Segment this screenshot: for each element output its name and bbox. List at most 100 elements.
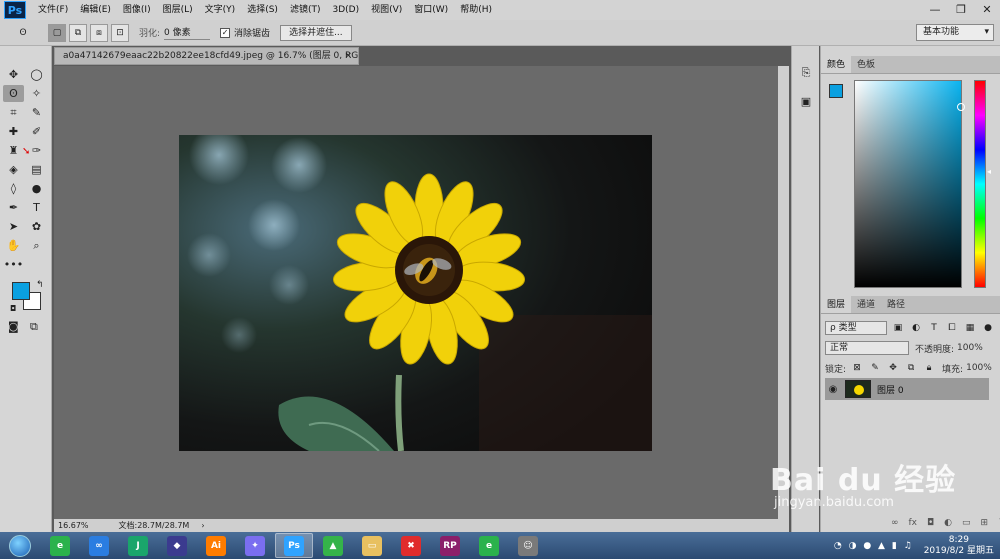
brush-tool-icon[interactable]: ✐ <box>26 123 47 140</box>
new-layer-icon[interactable]: ⊞ <box>981 518 989 528</box>
clock[interactable]: 8:29 2019/8/2 星期五 <box>924 535 994 557</box>
history-icon[interactable]: ⎘ <box>797 64 815 82</box>
hue-slider[interactable]: ◂ <box>974 80 991 288</box>
zoom-tool-icon[interactable]: ⌕ <box>26 237 47 254</box>
lock-all-icon[interactable]: 🔒︎ <box>922 361 936 375</box>
taskbar-app-xmind[interactable]: ✖ <box>392 533 430 558</box>
mask-icon[interactable]: ◘ <box>927 518 934 528</box>
menu-item[interactable]: 帮助(H) <box>454 0 498 20</box>
taskbar-app-app-wing[interactable]: ✦ <box>236 533 274 558</box>
layer-kind-filter[interactable]: ρ 类型 <box>825 321 887 335</box>
dodge-tool-icon[interactable]: ● <box>26 180 47 197</box>
color-fg-swatch[interactable] <box>829 84 843 98</box>
type-filter-icon[interactable]: T <box>927 321 941 335</box>
zoom-level[interactable]: 16.67% <box>58 521 89 530</box>
blend-mode-select[interactable]: 正常 <box>825 341 909 355</box>
minimize-button[interactable]: — <box>922 0 948 18</box>
clone-stamp-tool-icon[interactable]: ♜ <box>3 142 24 159</box>
menu-item[interactable]: 文件(F) <box>32 0 74 20</box>
fill-value[interactable]: 100% <box>966 363 992 373</box>
add-selection-icon[interactable]: ⧉ <box>69 23 87 42</box>
workspace-select[interactable]: 基本功能 ▾ <box>916 24 994 41</box>
adjustment-filter-icon[interactable]: ◐ <box>909 321 923 335</box>
lock-artboard-icon[interactable]: ⧉ <box>904 361 918 375</box>
adjustment-icon[interactable]: ◐ <box>944 518 952 528</box>
taskbar-app-explorer[interactable]: ▭ <box>353 533 391 558</box>
antialias-checkbox[interactable]: ✓ 消除锯齿 <box>220 26 270 39</box>
hand-tool-icon[interactable]: ✋ <box>3 237 24 254</box>
healing-brush-tool-icon[interactable]: ✚ <box>3 123 24 140</box>
tab-paths[interactable]: 路径 <box>881 296 911 313</box>
close-button[interactable]: ✕ <box>974 0 1000 18</box>
shape-filter-icon[interactable]: ⧠ <box>945 321 959 335</box>
lasso-tool-icon[interactable]: ʘ <box>3 85 24 102</box>
intersect-selection-icon[interactable]: ⊡ <box>111 23 129 42</box>
taskbar-app-user-avatar[interactable]: ☺ <box>509 533 547 558</box>
eye-icon[interactable]: ◉ <box>825 384 841 395</box>
menu-item[interactable]: 选择(S) <box>241 0 284 20</box>
menu-item[interactable]: 3D(D) <box>326 0 365 20</box>
tab-layers[interactable]: 图层 <box>821 296 852 313</box>
taskbar-app-app-j[interactable]: J <box>119 533 157 558</box>
group-icon[interactable]: ▭ <box>962 518 971 528</box>
lock-position-icon[interactable]: ✥ <box>886 361 900 375</box>
taskbar-app-browser-360-2[interactable]: e <box>470 533 508 558</box>
menu-item[interactable]: 编辑(E) <box>74 0 117 20</box>
subtract-selection-icon[interactable]: ⧈ <box>90 23 108 42</box>
vertical-scrollbar[interactable] <box>778 66 789 519</box>
magic-wand-tool-icon[interactable]: ✧ <box>26 85 47 102</box>
taskbar-app-illustrator[interactable]: Ai <box>197 533 235 558</box>
menu-item[interactable]: 图像(I) <box>117 0 157 20</box>
menu-item[interactable]: 文字(Y) <box>199 0 242 20</box>
close-tab-icon[interactable]: × <box>344 48 352 64</box>
filter-toggle-icon[interactable]: ● <box>981 321 995 335</box>
color-picker-field[interactable] <box>854 80 965 288</box>
lock-transparent-icon[interactable]: ⊠ <box>850 361 864 375</box>
gradient-tool-icon[interactable]: ▤ <box>26 161 47 178</box>
restore-button[interactable]: ❐ <box>948 0 974 18</box>
taskbar-app-baidu-netdisk[interactable]: ∞ <box>80 533 118 558</box>
sunflower-photo[interactable] <box>179 135 652 451</box>
swap-colors-icon[interactable]: ↰ <box>36 280 44 290</box>
default-colors-icon[interactable]: ◘ <box>10 304 16 313</box>
blur-tool-icon[interactable]: ◊ <box>3 180 24 197</box>
menu-item[interactable]: 视图(V) <box>365 0 408 20</box>
select-and-mask-button[interactable]: 选择并遮住... <box>280 24 352 41</box>
menu-item[interactable]: 窗口(W) <box>408 0 454 20</box>
lasso-preset-icon[interactable]: ʘ <box>14 24 32 42</box>
properties-icon[interactable]: ▣ <box>797 92 815 110</box>
menu-item[interactable]: 图层(L) <box>157 0 199 20</box>
feather-input[interactable]: 0 像素 <box>164 26 211 40</box>
chevron-right-icon[interactable]: › <box>201 521 204 530</box>
tab-swatches[interactable]: 色板 <box>851 56 881 73</box>
eraser-tool-icon[interactable]: ◈ <box>3 161 24 178</box>
eyedropper-tool-icon[interactable]: ✎ <box>26 104 47 121</box>
hue-slider-handle[interactable]: ◂ <box>987 167 991 176</box>
opacity-value[interactable]: 100% <box>957 343 983 353</box>
new-selection-icon[interactable]: ▢ <box>48 23 66 42</box>
crop-tool-icon[interactable]: ⌗ <box>3 104 24 121</box>
layer-style-icon[interactable]: fx <box>909 518 918 528</box>
screen-mode-icon[interactable]: ⧉ <box>30 320 38 334</box>
menu-item[interactable]: 滤镜(T) <box>284 0 327 20</box>
type-tool-icon[interactable]: T <box>26 199 47 216</box>
taskbar-app-browser-360[interactable]: e <box>41 533 79 558</box>
path-selection-tool-icon[interactable]: ➤ <box>3 218 24 235</box>
color-picker-cursor[interactable] <box>957 103 965 111</box>
pen-tool-icon[interactable]: ✒ <box>3 199 24 216</box>
taskbar-app-photoshop[interactable]: Ps <box>275 533 313 558</box>
tab-channels[interactable]: 通道 <box>851 296 881 313</box>
move-tool-icon[interactable]: ✥ <box>3 66 24 83</box>
link-layers-icon[interactable]: ∞ <box>891 518 899 528</box>
layer-row[interactable]: ◉ 图层 0 <box>825 378 989 400</box>
smart-filter-icon[interactable]: ▦ <box>963 321 977 335</box>
foreground-color-swatch[interactable] <box>12 282 30 300</box>
layer-name[interactable]: 图层 0 <box>877 383 904 396</box>
custom-shape-tool-icon[interactable]: ✿ <box>26 218 47 235</box>
tab-color[interactable]: 颜色 <box>821 56 852 73</box>
more-tools-icon[interactable]: ••• <box>3 256 24 273</box>
quick-mask-icon[interactable]: ◙ <box>8 320 19 333</box>
taskbar-app-app-green[interactable]: ▲ <box>314 533 352 558</box>
tray-icons[interactable]: ◔ ◑ ● ▲ ▮ ♫ <box>834 541 914 551</box>
start-button[interactable] <box>0 532 40 559</box>
